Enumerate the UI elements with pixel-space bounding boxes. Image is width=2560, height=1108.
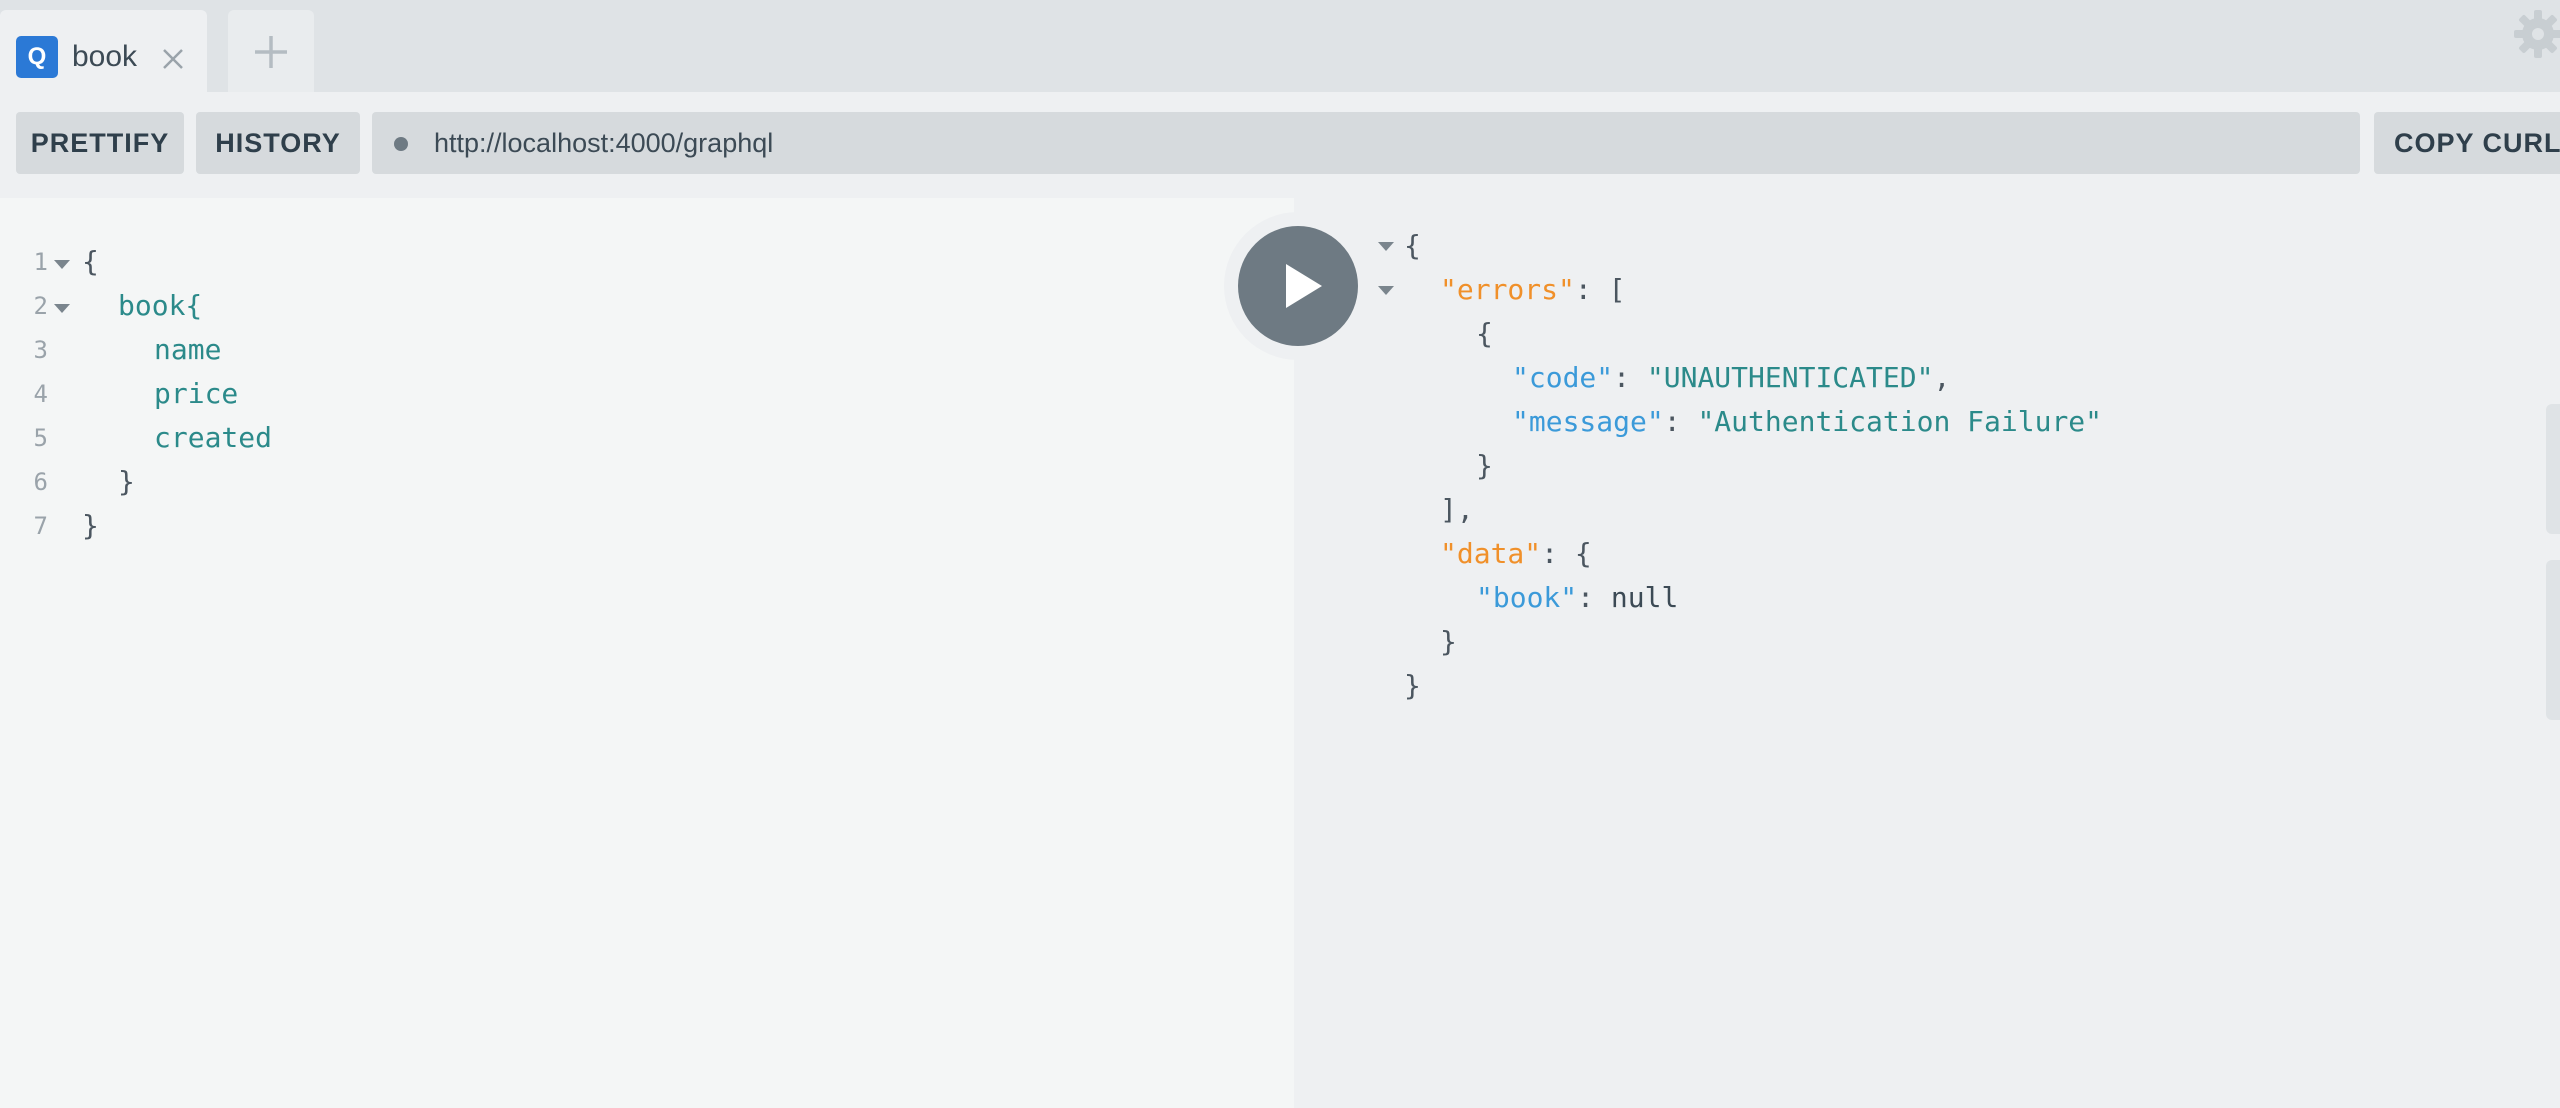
- endpoint-url: http://localhost:4000/graphql: [434, 128, 774, 158]
- data-key: "data": [1440, 537, 1542, 570]
- response-line: "errors": [: [1440, 268, 1625, 312]
- status-dot: [394, 137, 408, 151]
- fold-arrow-icon[interactable]: [1378, 242, 1394, 251]
- code-line: created: [154, 421, 273, 454]
- response-line: }: [1476, 449, 1493, 482]
- message-value: "Authentication Failure": [1697, 405, 2103, 438]
- line-number: 6: [33, 468, 48, 496]
- line-number: 7: [33, 512, 48, 540]
- endpoint-input[interactable]: http://localhost:4000/graphql: [372, 112, 2360, 174]
- code-line: }: [118, 465, 135, 498]
- code-line: {: [82, 245, 99, 278]
- response-line: "book": null: [1476, 581, 1679, 614]
- docs-side-tab[interactable]: [2546, 404, 2560, 534]
- data-open: : {: [1541, 537, 1592, 570]
- code-line: }: [82, 509, 99, 542]
- code-line: price: [154, 377, 239, 410]
- response-line: "data": {: [1440, 532, 1592, 576]
- line-number: 4: [33, 380, 48, 408]
- line-number: 5: [33, 424, 48, 452]
- response-line: }: [1440, 625, 1457, 658]
- query-editor[interactable]: 1 2 3 4 5 6 7 { book{ name price created…: [0, 198, 1294, 1108]
- tab-bar: Q book: [0, 0, 2560, 92]
- response-line: "message": "Authentication Failure": [1512, 405, 2103, 438]
- response-line: ],: [1440, 493, 1474, 526]
- prettify-button[interactable]: PRETTIFY: [16, 112, 184, 174]
- plus-icon: [255, 36, 287, 68]
- execute-query-button[interactable]: [1238, 226, 1358, 346]
- code-line: name: [154, 333, 222, 366]
- response-line: {: [1476, 317, 1493, 350]
- code-line: book{: [118, 289, 203, 322]
- gear-icon[interactable]: [2510, 6, 2560, 62]
- fold-arrow-icon[interactable]: [1378, 286, 1394, 295]
- code-value: "UNAUTHENTICATED": [1646, 361, 1934, 394]
- copy-curl-button[interactable]: COPY CURL: [2374, 112, 2560, 174]
- line-number: 2: [33, 292, 48, 320]
- response-line: }: [1404, 669, 1421, 702]
- line-number: 3: [33, 336, 48, 364]
- schema-side-tab[interactable]: [2546, 560, 2560, 720]
- errors-open: : [: [1574, 273, 1626, 306]
- play-icon: [1286, 264, 1322, 308]
- history-button[interactable]: HISTORY: [196, 112, 360, 174]
- toolbar: PRETTIFY HISTORY http://localhost:4000/g…: [0, 92, 2560, 198]
- book-value: null: [1610, 581, 1679, 614]
- response-panel: { "errors": [ { "code": "UNAUTHENTICATED…: [1294, 198, 2560, 1108]
- line-number: 1: [33, 248, 48, 276]
- book-key: "book": [1476, 581, 1578, 614]
- tab-book[interactable]: Q book: [0, 10, 207, 92]
- code-key: "code": [1512, 361, 1614, 394]
- query-badge: Q: [16, 36, 58, 78]
- fold-arrow-icon[interactable]: [54, 304, 70, 313]
- fold-arrow-icon[interactable]: [54, 260, 70, 269]
- response-line: {: [1404, 229, 1421, 262]
- message-key: "message": [1512, 405, 1664, 438]
- new-tab-button[interactable]: [228, 10, 314, 92]
- tab-title: book: [72, 40, 138, 73]
- errors-key: "errors": [1440, 273, 1575, 306]
- close-icon[interactable]: [156, 42, 190, 76]
- response-line: "code": "UNAUTHENTICATED",: [1512, 361, 1951, 394]
